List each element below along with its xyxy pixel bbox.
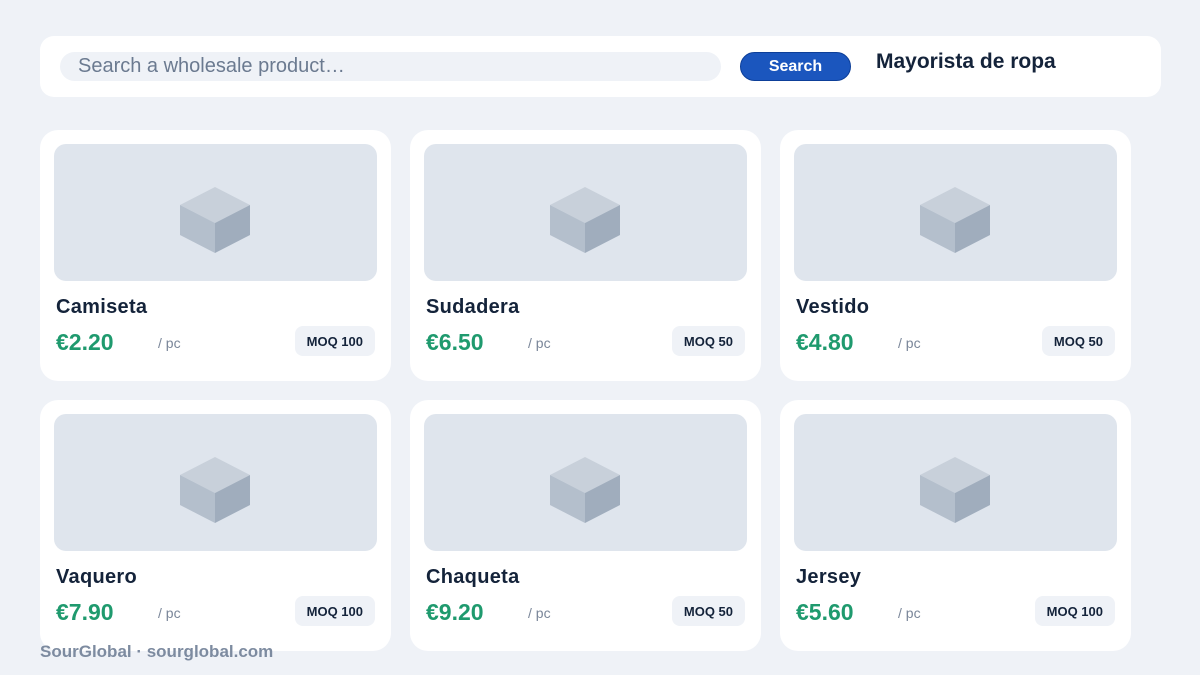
box-icon [920,187,990,253]
price-unit: / pc [528,335,551,351]
box-icon [920,457,990,523]
product-name: Camiseta [56,296,148,318]
moq-badge: MOQ 50 [1041,326,1115,356]
box-icon [550,457,620,523]
box-icon [550,187,620,253]
price-unit: / pc [898,335,921,351]
product-card-jersey[interactable]: Jersey €5.60 / pc MOQ 100 [780,400,1131,651]
search-placeholder: Search a wholesale product… [78,55,345,77]
box-icon [180,187,250,253]
product-price: €5.60 [796,599,854,625]
product-card-chaqueta[interactable]: Chaqueta €9.20 / pc MOQ 50 [410,400,761,651]
product-price: €4.80 [796,329,854,355]
footer-brand: SourGlobal · sourglobal.com [40,642,274,661]
moq-badge: MOQ 50 [671,326,745,356]
moq-badge: MOQ 50 [671,596,745,626]
product-name: Vestido [796,296,870,318]
product-image-placeholder [424,144,747,281]
product-name: Vaquero [56,566,138,588]
moq-badge: MOQ 100 [294,326,375,356]
page: Search a wholesale product… Search Mayor… [0,0,1200,675]
product-image-placeholder [424,414,747,551]
product-name: Chaqueta [426,566,520,588]
product-name: Jersey [796,566,862,588]
moq-badge: MOQ 100 [1034,596,1115,626]
product-price: €6.50 [426,329,484,355]
search-input[interactable]: Search a wholesale product… [60,52,721,81]
product-price: €7.90 [56,599,114,625]
page-title: Mayorista de ropa [876,50,1056,73]
product-card-sudadera[interactable]: Sudadera €6.50 / pc MOQ 50 [410,130,761,381]
moq-badge: MOQ 100 [294,596,375,626]
box-icon [180,457,250,523]
search-button[interactable]: Search [740,52,851,81]
product-card-vaquero[interactable]: Vaquero €7.90 / pc MOQ 100 [40,400,391,651]
price-unit: / pc [898,605,921,621]
product-card-camiseta[interactable]: Camiseta €2.20 / pc MOQ 100 [40,130,391,381]
search-bar: Search a wholesale product… Search Mayor… [40,36,1161,97]
price-unit: / pc [158,605,181,621]
product-card-vestido[interactable]: Vestido €4.80 / pc MOQ 50 [780,130,1131,381]
price-unit: / pc [528,605,551,621]
product-image-placeholder [54,414,377,551]
product-name: Sudadera [426,296,520,318]
product-image-placeholder [54,144,377,281]
product-image-placeholder [794,414,1117,551]
product-price: €9.20 [426,599,484,625]
product-price: €2.20 [56,329,114,355]
price-unit: / pc [158,335,181,351]
product-image-placeholder [794,144,1117,281]
